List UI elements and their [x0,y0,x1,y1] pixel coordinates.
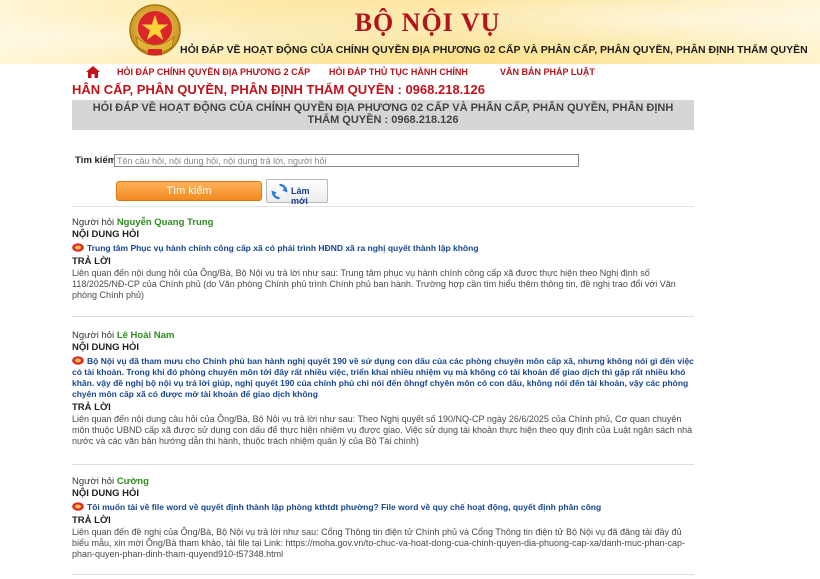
bullet-icon [72,356,84,365]
asker-line: Người hỏi Lê Hoài Nam [72,330,694,342]
nav-item-legal-documents[interactable]: VĂN BẢN PHÁP LUẬT [500,67,595,77]
asker-prefix: Người hỏi [72,330,115,341]
asker-name: Cường [116,476,149,487]
question-text: Bộ Nội vụ đã tham mưu cho Chính phủ ban … [72,356,694,399]
divider [72,574,694,575]
question-text: Tôi muốn tải về file word về quyết định … [87,502,602,512]
scrolling-marquee: HÂN CẤP, PHÂN QUYỀN, PHÂN ĐỊNH THẨM QUYỀ… [72,82,485,97]
answer-text: Liên quan đến nội dung hỏi của Ông/Bà, B… [72,268,676,300]
asker-name: Lê Hoài Nam [116,330,175,341]
main-nav: HỎI ĐÁP CHÍNH QUYỀN ĐỊA PHƯƠNG 2 CẤP HỎI… [0,64,820,82]
nav-item-administrative-procedures-qa[interactable]: HỎI ĐÁP THỦ TỤC HÀNH CHÍNH [329,67,468,77]
nav-item-local-government-qa[interactable]: HỎI ĐÁP CHÍNH QUYỀN ĐỊA PHƯƠNG 2 CẤP [117,67,310,77]
question-link[interactable]: Trung tâm Phục vụ hành chính công cấp xã… [72,241,694,256]
asker-name: Nguyễn Quang Trung [116,217,214,228]
divider [72,206,694,207]
question-link[interactable]: Bộ Nội vụ đã tham mưu cho Chính phủ ban … [72,354,694,402]
asker-prefix: Người hỏi [72,476,115,487]
home-icon[interactable] [86,66,100,78]
qa-panel: HỎI ĐÁP VỀ HOẠT ĐỘNG CỦA CHÍNH QUYỀN ĐỊA… [72,100,694,575]
panel-title: HỎI ĐÁP VỀ HOẠT ĐỘNG CỦA CHÍNH QUYỀN ĐỊA… [72,100,694,130]
question-heading: NỘI DUNG HỎI [72,488,140,499]
search-row: Tìm kiếm: [72,154,694,170]
qa-item: Người hỏi Cường NỘI DUNG HỎI Tôi muốn tả… [72,476,694,560]
bullet-icon [72,502,84,511]
divider [72,316,694,317]
search-label: Tìm kiếm: [75,155,120,166]
qa-item: Người hỏi Lê Hoài Nam NỘI DUNG HỎI Bộ Nộ… [72,330,694,447]
question-heading: NỘI DUNG HỎI [72,229,140,240]
bullet-icon [72,243,84,252]
answer-text: Liên quan đến nội dung câu hỏi của Ông/B… [72,414,693,446]
refresh-label: Làm mới [291,186,310,206]
search-input[interactable] [114,154,579,167]
agency-name: BỘ NỘI VỤ [354,8,501,37]
answer-heading: TRẢ LỜI [72,402,111,413]
header-subtitle: HỎI ĐÁP VỀ HOẠT ĐỘNG CỦA CHÍNH QUYỀN ĐỊA… [180,44,808,56]
search-button[interactable]: Tìm kiếm [116,181,262,201]
answer-text: Liên quan đến đề nghị của Ông/Bà, Bộ Nội… [72,527,686,559]
answer-heading: TRẢ LỜI [72,256,111,267]
divider [72,464,694,465]
question-link[interactable]: Tôi muốn tải về file word về quyết định … [72,500,694,515]
site-header: BỘ NỘI VỤ HỎI ĐÁP VỀ HOẠT ĐỘNG CỦA CHÍNH… [0,0,820,64]
question-heading: NỘI DUNG HỎI [72,342,140,353]
qa-item: Người hỏi Nguyễn Quang Trung NỘI DUNG HỎ… [72,217,694,301]
answer-heading: TRẢ LỜI [72,515,111,526]
refresh-icon [271,183,288,200]
asker-line: Người hỏi Nguyễn Quang Trung [72,217,694,229]
asker-prefix: Người hỏi [72,217,115,228]
refresh-button[interactable]: Làm mới [266,179,328,206]
question-text: Trung tâm Phục vụ hành chính công cấp xã… [87,243,479,253]
asker-line: Người hỏi Cường [72,476,694,488]
